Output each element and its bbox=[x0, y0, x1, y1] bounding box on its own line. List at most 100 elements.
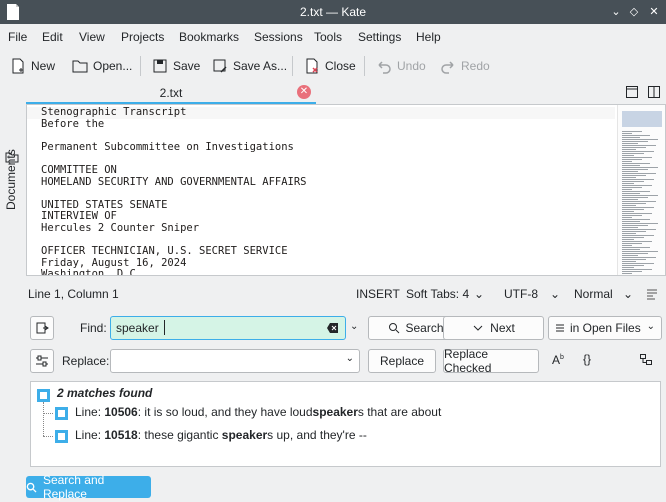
result-text-before: : these gigantic bbox=[137, 428, 222, 442]
tab-2-txt[interactable]: 2.txt ✕ bbox=[26, 82, 316, 104]
menu-settings[interactable]: Settings bbox=[358, 30, 401, 44]
new-search-tab-button[interactable] bbox=[30, 316, 54, 340]
cursor-position[interactable]: Line 1, Column 1 bbox=[28, 287, 119, 301]
editor-line[interactable]: COMMITTEE ON bbox=[41, 164, 307, 177]
editor-line[interactable]: Before the bbox=[41, 118, 307, 131]
next-button[interactable]: Next bbox=[443, 316, 544, 340]
undo-label: Undo bbox=[397, 59, 426, 73]
menu-tools[interactable]: Tools bbox=[314, 30, 342, 44]
replace-checked-button-label: Replace Checked bbox=[444, 347, 492, 375]
result-row[interactable]: Line: 10518: these gigantic speakers up,… bbox=[75, 428, 367, 442]
replace-input[interactable]: ⌄ bbox=[110, 349, 360, 373]
clear-text-icon[interactable] bbox=[327, 322, 339, 334]
result-match: speaker bbox=[221, 428, 268, 442]
minimap-preview bbox=[622, 111, 662, 274]
search-scope-select[interactable]: in Open Files ⌄ bbox=[548, 316, 662, 340]
editor-line[interactable]: Permanent Subcommittee on Investigations bbox=[41, 141, 307, 154]
find-history-chevron-icon[interactable]: ⌄ bbox=[350, 321, 358, 332]
syntax-mode[interactable]: Normal bbox=[574, 287, 613, 301]
new-tab-icon bbox=[36, 322, 49, 334]
main-toolbar: New Open... Save Save As... Close Undo R… bbox=[0, 50, 666, 80]
text-cursor bbox=[164, 320, 165, 335]
maximize-icon[interactable]: ◇ bbox=[626, 4, 642, 20]
minimize-icon[interactable]: ⌄ bbox=[608, 4, 624, 20]
editor-text[interactable]: Stenographic Transcript Before the Perman… bbox=[41, 106, 307, 275]
close-document-icon bbox=[306, 58, 318, 74]
folder-icon[interactable] bbox=[5, 150, 19, 164]
search-and-replace-label: Search and Replace bbox=[42, 473, 105, 501]
menu-sessions[interactable]: Sessions bbox=[254, 30, 303, 44]
input-mode[interactable]: INSERT bbox=[356, 287, 400, 301]
search-button-label: Search bbox=[405, 321, 444, 335]
result-row[interactable]: Line: 10506: it is so loud, and they hav… bbox=[75, 405, 441, 419]
menu-file[interactable]: File bbox=[8, 30, 27, 44]
editor-line[interactable] bbox=[41, 188, 307, 200]
menu-projects[interactable]: Projects bbox=[121, 30, 164, 44]
search-and-replace-toolview-button[interactable]: Search and Replace bbox=[26, 473, 151, 501]
search-icon bbox=[26, 482, 37, 493]
search-results-tree[interactable]: 2 matches found Line: 10506: it is so lo… bbox=[30, 381, 661, 467]
window-titlebar: 2.txt — Kate ⌄ ◇ ✕ bbox=[0, 0, 666, 24]
close-button[interactable]: Close bbox=[304, 55, 356, 77]
result-checkbox[interactable] bbox=[55, 430, 68, 443]
replace-checked-button[interactable]: Replace Checked bbox=[443, 347, 539, 375]
chevron-down-icon: ⌄ bbox=[623, 287, 634, 301]
result-match: speaker bbox=[312, 405, 358, 419]
result-line-number: 10518 bbox=[104, 428, 138, 442]
scope-value: in Open Files bbox=[570, 321, 641, 335]
results-root-checkbox[interactable] bbox=[37, 389, 50, 402]
tree-line bbox=[43, 413, 53, 414]
redo-button[interactable]: Redo bbox=[440, 55, 490, 77]
minimap-scrollbar[interactable] bbox=[617, 105, 665, 275]
new-label: New bbox=[31, 59, 56, 73]
match-case-icon[interactable]: Ab bbox=[552, 353, 564, 367]
editor-line[interactable]: Washington, D.C. bbox=[41, 269, 307, 275]
scope-menu-icon bbox=[556, 324, 564, 332]
status-bar: Line 1, Column 1 INSERT Soft Tabs: 4 ⌄ U… bbox=[0, 282, 666, 306]
replace-label: Replace: bbox=[62, 354, 110, 368]
redo-icon bbox=[441, 61, 454, 74]
result-checkbox[interactable] bbox=[55, 407, 68, 420]
chevron-down-icon: ⌄ bbox=[646, 321, 655, 332]
save-button[interactable]: Save bbox=[152, 55, 200, 77]
menu-help[interactable]: Help bbox=[416, 30, 441, 44]
editor-line[interactable]: Hercules 2 Counter Sniper bbox=[41, 222, 307, 235]
undo-icon bbox=[378, 61, 391, 74]
save-as-label: Save As... bbox=[233, 59, 288, 73]
tab-label: 2.txt bbox=[159, 86, 183, 100]
new-button[interactable]: New bbox=[10, 55, 55, 77]
result-text-after: s that are about bbox=[357, 405, 442, 419]
result-text-after: s up, and they're -- bbox=[267, 428, 367, 442]
chevron-down-icon: ⌄ bbox=[474, 287, 485, 301]
expand-all-icon[interactable] bbox=[640, 354, 652, 366]
editor-line[interactable]: OFFICER TECHNICIAN, U.S. SECRET SERVICE bbox=[41, 246, 307, 258]
window-title: 2.txt — Kate bbox=[299, 5, 367, 19]
open-label: Open... bbox=[93, 59, 133, 73]
save-as-button[interactable]: Save As... bbox=[212, 55, 287, 77]
split-view-icon[interactable] bbox=[626, 86, 638, 98]
editor-line[interactable]: Stenographic Transcript bbox=[41, 106, 307, 119]
next-button-label: Next bbox=[490, 321, 515, 335]
left-sidebar: Documents bbox=[0, 82, 24, 278]
word-wrap-icon[interactable] bbox=[646, 288, 658, 300]
undo-button[interactable]: Undo bbox=[376, 55, 426, 77]
menu-view[interactable]: View bbox=[79, 30, 105, 44]
replace-button[interactable]: Replace bbox=[368, 349, 436, 373]
open-button[interactable]: Open... bbox=[72, 55, 132, 77]
menu-bookmarks[interactable]: Bookmarks bbox=[179, 30, 239, 44]
search-options-button[interactable] bbox=[30, 349, 54, 373]
save-label: Save bbox=[173, 59, 201, 73]
replace-history-chevron-icon[interactable]: ⌄ bbox=[346, 353, 354, 364]
find-input[interactable]: speaker bbox=[110, 316, 346, 340]
split-vertical-icon[interactable] bbox=[648, 86, 660, 98]
tab-close-icon[interactable]: ✕ bbox=[297, 85, 311, 99]
regex-icon[interactable]: {} bbox=[583, 352, 591, 366]
editor-line[interactable]: HOMELAND SECURITY AND GOVERNMENTAL AFFAI… bbox=[41, 176, 307, 189]
replace-button-label: Replace bbox=[379, 354, 425, 368]
close-window-icon[interactable]: ✕ bbox=[646, 4, 662, 20]
encoding-setting[interactable]: UTF-8 bbox=[504, 287, 538, 301]
text-editor[interactable]: Stenographic Transcript Before the Perman… bbox=[26, 104, 666, 276]
menu-edit[interactable]: Edit bbox=[42, 30, 63, 44]
menubar: File Edit View Projects Bookmarks Sessio… bbox=[0, 24, 666, 48]
indentation-setting[interactable]: Soft Tabs: 4 bbox=[406, 287, 469, 301]
